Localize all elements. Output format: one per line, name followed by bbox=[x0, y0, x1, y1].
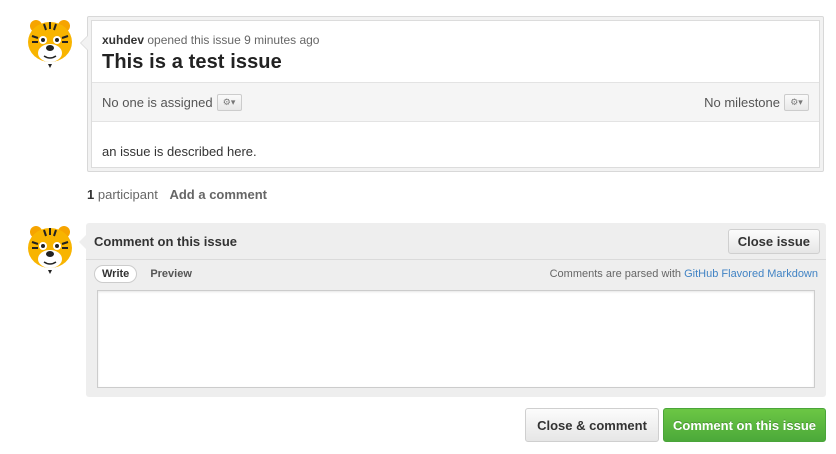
comment-textarea[interactable] bbox=[97, 290, 815, 388]
issue-body: an issue is described here. bbox=[102, 144, 257, 159]
close-issue-button[interactable]: Close issue bbox=[727, 228, 820, 254]
comment-form: Comment on this issue Close issue Write … bbox=[79, 223, 826, 397]
issue-box: xuhdev opened this issue 9 minutes ago T… bbox=[80, 16, 824, 172]
milestone-text: No milestone bbox=[704, 94, 780, 110]
milestone-section: No milestone ⚙▾ bbox=[704, 93, 809, 111]
gear-icon: ⚙▾ bbox=[222, 96, 236, 107]
issue-meta: xuhdev opened this issue 9 minutes ago bbox=[102, 33, 809, 47]
issue-pointer bbox=[80, 35, 88, 51]
participants-line: 1 participant Add a comment bbox=[87, 187, 267, 202]
add-comment-link[interactable]: Add a comment bbox=[169, 187, 267, 202]
issue-header: xuhdev opened this issue 9 minutes ago T… bbox=[92, 21, 819, 82]
comment-pointer bbox=[79, 235, 86, 249]
comment-tabs-row: Write Preview Comments are parsed with G… bbox=[86, 260, 826, 288]
participant-count: 1 bbox=[87, 187, 95, 202]
participant-label: participant bbox=[97, 187, 158, 202]
commenter-avatar[interactable] bbox=[24, 222, 76, 274]
issue-info-bar: No one is assigned ⚙▾ No milestone ⚙▾ bbox=[92, 82, 819, 122]
tiger-avatar-icon bbox=[28, 226, 72, 274]
tab-write[interactable]: Write bbox=[94, 265, 138, 283]
comment-form-header: Comment on this issue Close issue bbox=[86, 223, 826, 260]
issue-title: This is a test issue bbox=[102, 51, 282, 73]
milestone-gear-button[interactable]: ⚙▾ bbox=[784, 93, 809, 111]
markdown-help-link[interactable]: GitHub Flavored Markdown bbox=[684, 268, 818, 280]
assignee-gear-button[interactable]: ⚙▾ bbox=[216, 93, 242, 111]
assignee-section: No one is assigned ⚙▾ bbox=[102, 93, 242, 111]
comment-tabs: Write Preview bbox=[94, 265, 199, 283]
comment-form-heading: Comment on this issue bbox=[94, 233, 238, 249]
author-avatar[interactable] bbox=[24, 16, 76, 68]
author-link[interactable]: xuhdev bbox=[102, 33, 144, 47]
markdown-note: Comments are parsed with GitHub Flavored… bbox=[550, 268, 818, 280]
issue-inner: xuhdev opened this issue 9 minutes ago T… bbox=[91, 20, 820, 168]
gear-icon: ⚙▾ bbox=[790, 96, 803, 107]
issue-meta-text: opened this issue 9 minutes ago bbox=[147, 33, 320, 47]
tab-preview[interactable]: Preview bbox=[143, 266, 199, 282]
assignee-text: No one is assigned bbox=[102, 94, 213, 110]
close-and-comment-button[interactable]: Close & comment bbox=[525, 408, 659, 442]
tiger-avatar-icon bbox=[28, 20, 72, 68]
comment-submit-button[interactable]: Comment on this issue bbox=[663, 408, 826, 442]
markdown-note-text: Comments are parsed with bbox=[549, 268, 682, 280]
